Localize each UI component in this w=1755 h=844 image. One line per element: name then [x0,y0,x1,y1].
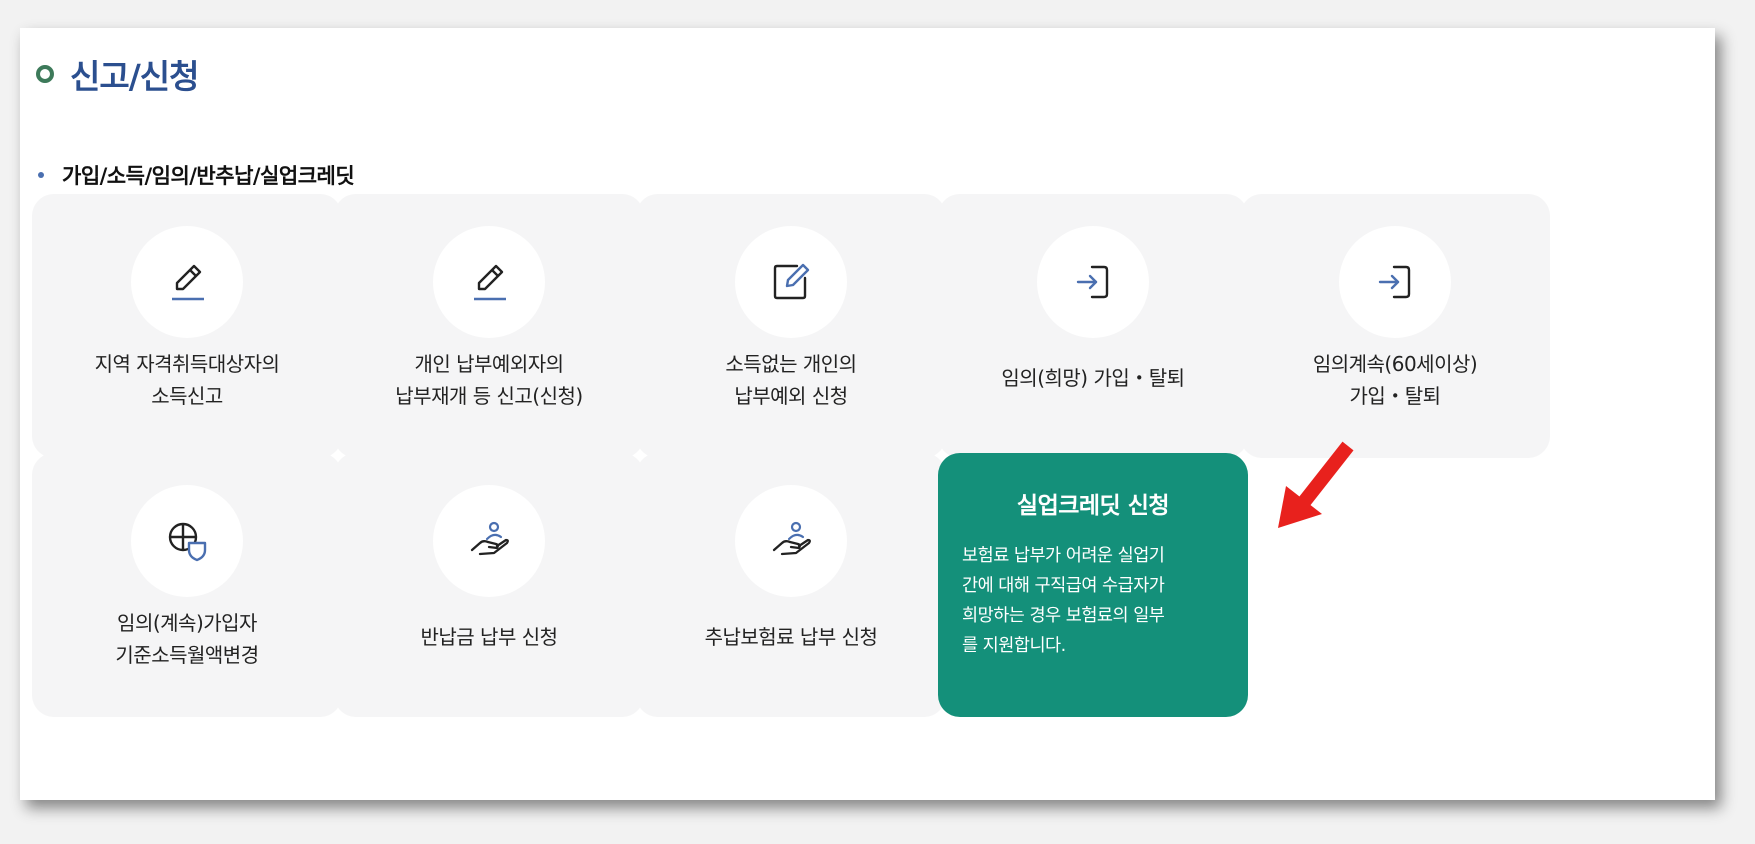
icon-circle [735,226,847,338]
card-label-line: 납부재개 등 신고(신청) [395,384,583,408]
card-label-line: 임의계속(60세이상) [1312,352,1478,376]
red-arrow-icon [1278,441,1354,528]
icon-circle [1037,226,1149,338]
card-label: 임의(희망) 가입・탈퇴 [938,362,1248,394]
dot-bullet-icon [38,172,44,178]
highlight-desc-line: 간에 대해 구직급여 수급자가 [962,576,1165,596]
highlight-desc-line: 희망하는 경우 보험료의 일부 [962,606,1165,626]
ring-bullet-icon [36,65,54,83]
card-voluntary-join-leave[interactable]: 임의(희망) 가입・탈퇴 [938,194,1248,458]
highlight-card-description: 보험료 납부가 어려운 실업기 간에 대해 구직급여 수급자가 희망하는 경우 … [962,541,1228,661]
card-payment-exception[interactable]: 소득없는 개인의 납부예외 신청 [636,194,946,458]
highlight-desc-line: 보험료 납부가 어려운 실업기 [962,546,1165,566]
card-label-line: 개인 납부예외자의 [414,352,564,376]
card-refund-payment[interactable]: 반납금 납부 신청 [334,453,644,717]
card-label: 반납금 납부 신청 [334,621,644,653]
icon-circle [735,485,847,597]
card-label: 임의(계속)가입자 기준소득월액변경 [32,607,342,671]
highlight-desc-line: 를 지원합니다. [962,636,1066,656]
sign-in-icon [1378,265,1411,299]
card-label-line: 소득없는 개인의 [725,352,857,376]
card-label-line: 임의(희망) 가입・탈퇴 [1001,366,1185,390]
card-resume-payment-report[interactable]: 개인 납부예외자의 납부재개 등 신고(신청) [334,194,644,458]
hand-person-icon [470,521,509,556]
card-label: 소득없는 개인의 납부예외 신청 [636,348,946,412]
subsection-title: 가입/소득/임의/반추납/실업크레딧 [38,160,355,190]
subsection-title-text: 가입/소득/임의/반추납/실업크레딧 [62,164,355,188]
highlight-card-title: 실업크레딧 신청 [1016,493,1170,519]
card-label-line: 납부예외 신청 [734,384,848,408]
card-standard-income-change[interactable]: 임의(계속)가입자 기준소득월액변경 [32,453,342,717]
card-voluntary-continued-join-leave[interactable]: 임의계속(60세이상) 가입・탈퇴 [1240,194,1550,458]
card-label-line: 가입・탈퇴 [1349,384,1441,408]
icon-circle [1339,226,1451,338]
card-label-line: 반납금 납부 신청 [420,625,558,649]
card-additional-payment[interactable]: 추납보험료 납부 신청 [636,453,946,717]
icon-circle [131,485,243,597]
section-title-text: 신고/신청 [70,57,199,96]
card-label-line: 소득신고 [151,384,223,408]
globe-shield-icon [168,522,207,562]
hand-person-icon [772,521,811,556]
pencil-icon [172,264,204,301]
card-label: 지역 자격취득대상자의 소득신고 [32,348,342,412]
icon-circle [131,226,243,338]
card-label-line: 추납보험료 납부 신청 [704,625,878,649]
card-regional-income-report[interactable]: 지역 자격취득대상자의 소득신고 [32,194,342,458]
card-label: 추납보험료 납부 신청 [636,621,946,653]
sign-in-icon [1076,265,1109,299]
card-label-line: 지역 자격취득대상자의 [94,352,280,376]
content-panel: 신고/신청 가입/소득/임의/반추납/실업크레딧 지역 자격취득대상자의 소득신… [20,28,1715,800]
card-unemployment-credit[interactable]: 실업크레딧 신청 보험료 납부가 어려운 실업기 간에 대해 구직급여 수급자가… [938,453,1248,717]
card-label: 임의계속(60세이상) 가입・탈퇴 [1240,348,1550,412]
section-title: 신고/신청 [36,50,199,98]
icon-circle [433,226,545,338]
card-label-line: 임의(계속)가입자 [117,611,257,635]
icon-circle [433,485,545,597]
pencil-icon [474,264,506,301]
card-label-line: 기준소득월액변경 [115,643,259,667]
card-label: 개인 납부예외자의 납부재개 등 신고(신청) [334,348,644,412]
edit-square-icon [773,263,810,300]
